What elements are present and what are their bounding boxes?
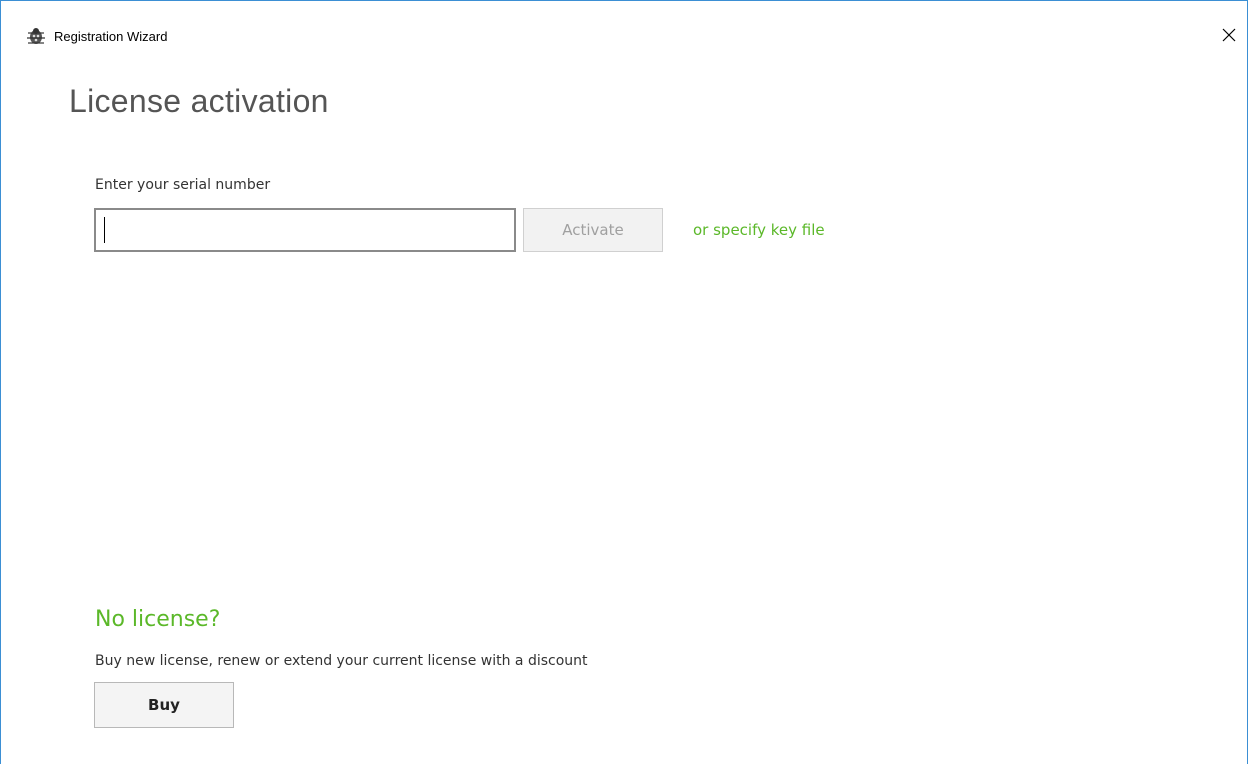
specify-key-file-link[interactable]: or specify key file <box>693 221 825 239</box>
title-bar: Registration Wizard <box>1 1 1247 44</box>
no-license-description: Buy new license, renew or extend your cu… <box>95 653 588 669</box>
buy-button[interactable]: Buy <box>94 682 234 728</box>
bug-icon <box>26 27 46 45</box>
window-title: Registration Wizard <box>54 29 168 44</box>
text-caret <box>104 217 105 243</box>
no-license-heading: No license? <box>95 607 221 632</box>
close-icon[interactable] <box>1217 23 1241 47</box>
serial-number-label: Enter your serial number <box>95 177 271 193</box>
serial-number-input[interactable] <box>94 208 516 252</box>
page-title: License activation <box>69 83 329 119</box>
activate-button[interactable]: Activate <box>523 208 663 252</box>
registration-wizard-window: Registration Wizard License activation E… <box>0 0 1248 764</box>
